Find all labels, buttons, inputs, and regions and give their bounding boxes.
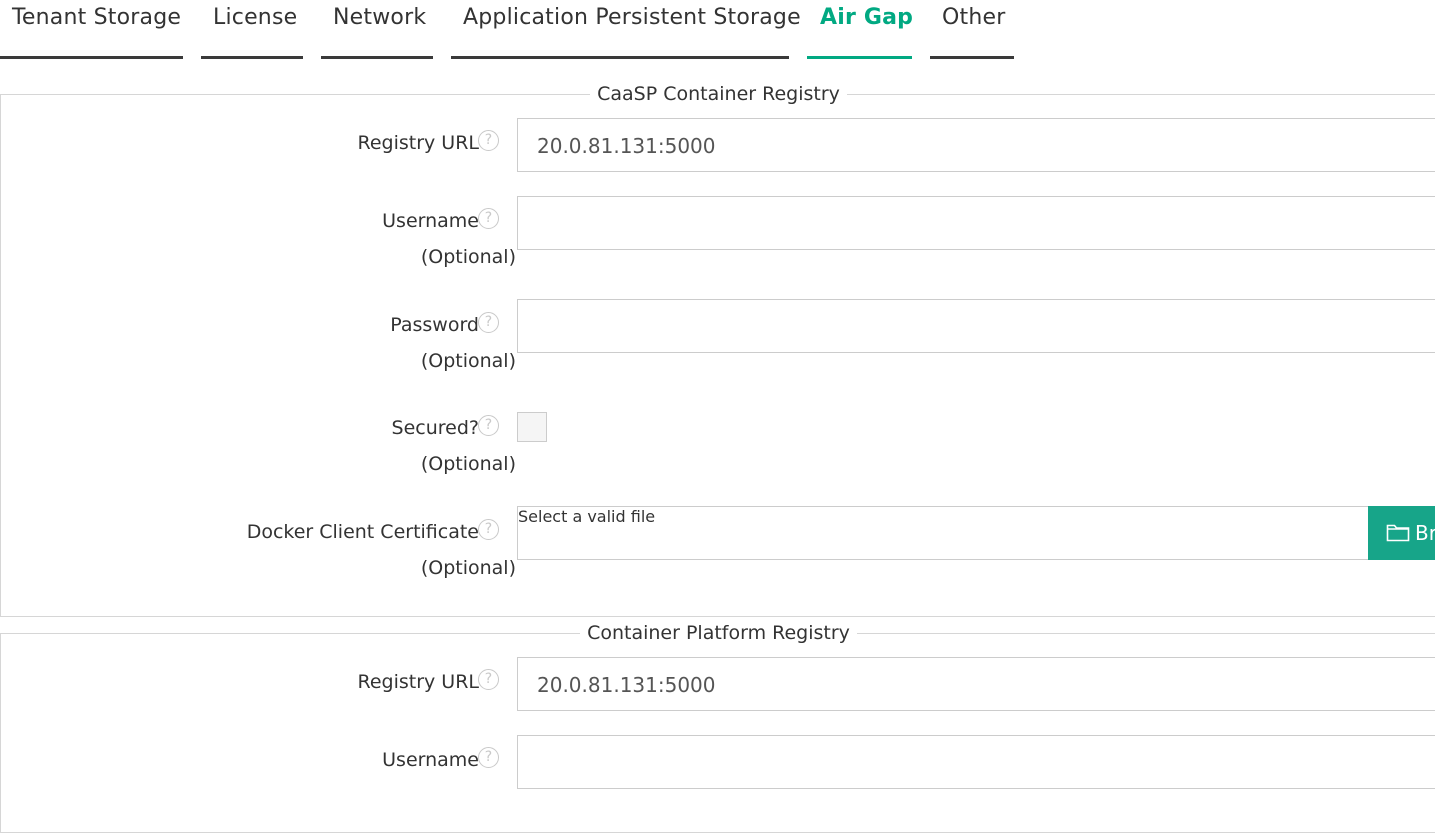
registry-url-input[interactable]: 20.0.81.131:5000	[517, 118, 1435, 172]
help-icon[interactable]: ?	[478, 747, 499, 768]
docker-cert-file-input[interactable]: Select a valid file	[517, 506, 1369, 560]
tab-tenant-storage[interactable]: Tenant Storage	[0, 0, 183, 59]
help-icon[interactable]: ?	[478, 208, 499, 229]
folder-icon	[1386, 522, 1410, 547]
registry-url-value: 20.0.81.131:5000	[537, 673, 716, 697]
optional-label: (Optional)	[420, 453, 516, 475]
username-label: Username	[382, 210, 479, 232]
username-input[interactable]	[517, 735, 1435, 789]
tab-label: Application Persistent Storage	[463, 5, 801, 30]
section-title: Container Platform Registry	[1, 622, 1435, 644]
section-title: CaaSP Container Registry	[1, 83, 1435, 105]
help-icon[interactable]: ?	[478, 669, 499, 690]
tab-label: Other	[942, 5, 1006, 30]
browse-label: Br	[1415, 521, 1435, 545]
browse-button[interactable]: Br	[1368, 506, 1435, 560]
registry-url-value: 20.0.81.131:5000	[537, 134, 716, 158]
caasp-registry-section: CaaSP Container Registry Registry URL ? …	[0, 83, 1435, 617]
password-label: Password	[390, 314, 479, 336]
tab-air-gap[interactable]: Air Gap	[807, 0, 914, 59]
tab-label: Tenant Storage	[12, 5, 182, 30]
registry-url-label: Registry URL	[357, 671, 479, 693]
tab-network[interactable]: Network	[321, 0, 433, 59]
tab-label: Air Gap	[820, 5, 914, 30]
tab-label: Network	[333, 5, 427, 30]
secured-checkbox[interactable]	[517, 412, 547, 442]
help-icon[interactable]: ?	[478, 415, 499, 436]
registry-url-label: Registry URL	[357, 132, 479, 154]
registry-url-input[interactable]: 20.0.81.131:5000	[517, 657, 1435, 711]
help-icon[interactable]: ?	[478, 519, 499, 540]
help-icon[interactable]: ?	[478, 312, 499, 333]
optional-label: (Optional)	[420, 246, 516, 268]
file-placeholder: Select a valid file	[518, 507, 656, 526]
username-input[interactable]	[517, 196, 1435, 250]
help-icon[interactable]: ?	[478, 130, 499, 151]
docker-cert-label: Docker Client Certificate	[246, 521, 479, 543]
secured-label: Secured?	[391, 417, 479, 439]
optional-label: (Optional)	[420, 350, 516, 372]
username-label: Username	[382, 749, 479, 771]
tab-other[interactable]: Other	[930, 0, 1014, 59]
optional-label: (Optional)	[420, 557, 516, 579]
platform-registry-section: Container Platform Registry Registry URL…	[0, 622, 1435, 833]
password-input[interactable]	[517, 299, 1435, 353]
tab-license[interactable]: License	[201, 0, 303, 59]
tab-bar: Tenant Storage License Network Applicati…	[0, 0, 1435, 60]
tab-application-persistent-storage[interactable]: Application Persistent Storage	[451, 0, 801, 59]
tab-label: License	[213, 5, 298, 30]
